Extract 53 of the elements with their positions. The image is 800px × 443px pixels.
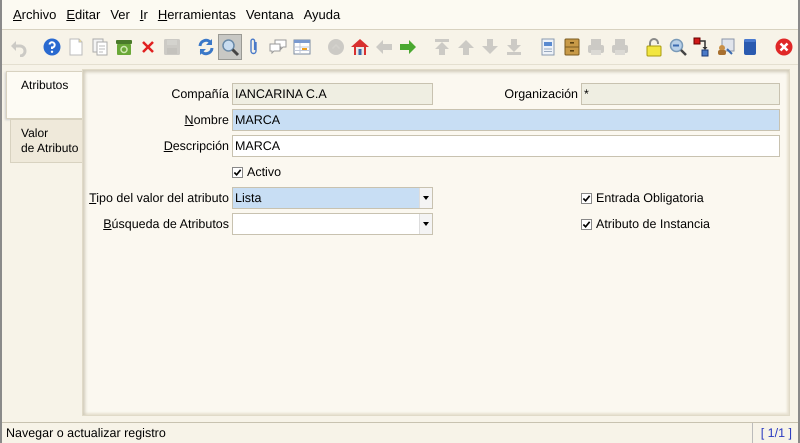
field-label: Compañía xyxy=(170,87,229,101)
caret-icon xyxy=(419,188,432,208)
tab[interactable]: Atributos xyxy=(6,71,85,119)
toggle-button[interactable] xyxy=(218,34,242,60)
checkbox[interactable] xyxy=(232,166,243,178)
cabinet-icon xyxy=(562,37,582,57)
menu-item[interactable]: Editar xyxy=(61,7,106,22)
padlock-icon xyxy=(644,37,664,57)
input-field[interactable]: * xyxy=(581,83,780,105)
refresh-icon xyxy=(196,37,216,57)
input-field[interactable]: IANCARINA C.A xyxy=(232,83,433,105)
up-arrow-icon xyxy=(456,37,476,57)
input-field[interactable]: MARCA xyxy=(232,109,780,131)
tab[interactable]: Valor de Atributo xyxy=(10,119,85,163)
printer-icon xyxy=(586,37,606,57)
checkbox[interactable] xyxy=(581,218,592,230)
status-message: Navegar o actualizar registro xyxy=(5,426,167,440)
dropdown[interactable] xyxy=(232,213,433,235)
copy-icon xyxy=(90,37,110,57)
trash-icon xyxy=(114,37,134,57)
right-arrow-icon xyxy=(398,37,418,57)
field-label: Nombre xyxy=(184,113,229,127)
floppy-icon xyxy=(162,37,182,57)
field-label: Tipo del valor del atributo xyxy=(88,191,229,205)
field-label: Descripción xyxy=(162,139,229,153)
caret-icon xyxy=(419,214,432,234)
menu-item[interactable]: Archivo xyxy=(8,7,62,22)
checkbox-label: Activo xyxy=(247,165,282,179)
checkbox[interactable] xyxy=(581,192,592,204)
circle-icon xyxy=(326,37,346,57)
field-label: Búsqueda de Atributos xyxy=(102,217,229,231)
down-arrow-icon xyxy=(480,37,500,57)
menu-item[interactable]: Ir xyxy=(134,7,153,22)
checkbox-label: Entrada Obligatoria xyxy=(596,191,704,205)
top-arrow-icon xyxy=(432,37,452,57)
checkbox-label: Atributo de Instancia xyxy=(596,217,710,231)
dropdown[interactable]: Lista xyxy=(232,187,433,209)
input-field[interactable]: MARCA xyxy=(232,135,780,157)
search-icon xyxy=(220,37,240,57)
menu-item[interactable]: Ver xyxy=(105,7,135,22)
menu-item[interactable]: Ayuda xyxy=(298,7,346,22)
house-icon xyxy=(350,37,370,57)
help-icon xyxy=(42,37,62,57)
chat-icon xyxy=(268,37,288,57)
printer-icon xyxy=(610,37,630,57)
bottom-arrow-icon xyxy=(504,37,524,57)
table-icon xyxy=(292,37,312,57)
close-icon xyxy=(774,37,794,57)
record-counter: [ 1/1 ] xyxy=(752,423,798,443)
field-label: Organización xyxy=(503,87,578,101)
menu-item[interactable]: Ventana xyxy=(240,7,299,22)
menu-item[interactable]: Herramientas xyxy=(152,7,241,22)
magnifier-icon xyxy=(668,37,688,57)
